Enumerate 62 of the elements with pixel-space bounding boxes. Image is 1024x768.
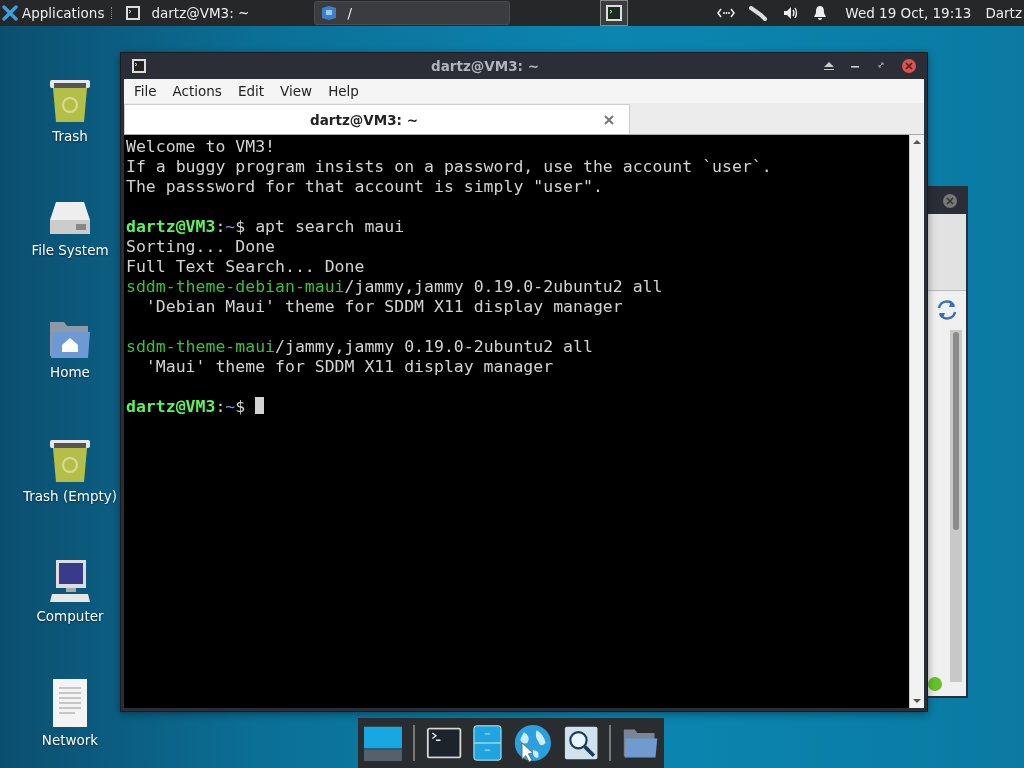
trash-can-icon[interactable]	[48, 438, 92, 484]
desktop-icon-label[interactable]: Network	[41, 732, 99, 748]
close-icon[interactable]	[603, 113, 615, 126]
scroll-up-icon[interactable]	[912, 139, 922, 145]
terminal-icon	[605, 4, 624, 22]
trash-can-icon[interactable]	[48, 78, 92, 124]
terminal-tab[interactable]: dartz@VM3: ~	[124, 104, 630, 134]
terminal-text: $ apt search maui	[235, 217, 405, 236]
terminal-icon	[131, 58, 147, 74]
scrollbar-thumb[interactable]	[953, 332, 959, 530]
desktop-icon-label[interactable]: Computer	[36, 608, 104, 624]
maximize-icon[interactable]	[875, 61, 887, 71]
clock[interactable]: Wed 19 Oct, 19:13	[845, 5, 972, 21]
volume-icon[interactable]	[783, 6, 800, 20]
user-name[interactable]: Dartz	[985, 5, 1022, 21]
desktop-icon-label[interactable]: File System	[31, 242, 109, 258]
refresh-icon[interactable]	[936, 299, 958, 321]
bell-icon[interactable]	[813, 5, 828, 21]
network-icon[interactable]	[717, 7, 736, 19]
prompt-user: dartz@VM3	[126, 397, 216, 416]
file-cabinet-icon[interactable]	[472, 723, 502, 763]
terminal-text: /jammy,jammy 0.19.0-2ubuntu2 all	[344, 277, 663, 296]
desktop-icon-label[interactable]: Trash	[52, 128, 88, 144]
menu-item[interactable]: View	[280, 83, 313, 99]
terminal-text: /jammy,jammy 0.19.0-2ubuntu2 all	[275, 337, 593, 356]
computer-icon[interactable]	[48, 558, 92, 604]
terminal-text: The passsword for that account is simply "user".	[126, 177, 603, 196]
search-icon[interactable]	[563, 724, 599, 762]
terminal-text: ~	[225, 397, 236, 416]
folder-icon[interactable]	[621, 726, 658, 760]
terminal-text: :	[215, 397, 226, 416]
file-manager-icon	[321, 5, 338, 21]
status-dot-icon	[927, 676, 943, 692]
terminal-text: :	[215, 217, 226, 236]
terminal-text: Full Text Search... Done	[126, 257, 365, 276]
terminal-text: ~	[225, 217, 236, 236]
menu-item[interactable]: Help	[328, 83, 359, 99]
terminal-text: $	[235, 397, 247, 416]
workspace-switcher[interactable]	[600, 0, 629, 26]
shade-icon[interactable]	[823, 61, 835, 71]
terminal-text: Sorting... Done	[126, 237, 275, 256]
menu-item[interactable]: File	[134, 83, 157, 99]
taskbar-button[interactable]: dartz@VM3: ~	[118, 1, 315, 25]
xfce-mouse-icon	[2, 5, 18, 21]
desktop-icon-label[interactable]: Home	[50, 364, 90, 380]
package-name: sddm-theme-maui	[126, 337, 275, 356]
taskbar-button[interactable]: /	[314, 1, 511, 25]
desktop-icon-label[interactable]: Trash (Empty)	[22, 488, 117, 504]
terminal-text: 'Maui' theme for SDDM X11 display manager	[144, 357, 554, 376]
terminal-text: 'Debian Maui' theme for SDDM X11 display manager	[144, 297, 623, 316]
applications-menu[interactable]: Applications	[0, 0, 109, 26]
package-name: sddm-theme-debian-maui	[126, 277, 345, 296]
close-icon[interactable]	[901, 58, 917, 74]
document-icon[interactable]	[50, 678, 90, 728]
window-title: dartz@VM3: ~	[430, 58, 540, 74]
terminal-text: If a buggy program insists on a password, use the account `user`.	[126, 157, 772, 176]
close-icon[interactable]	[942, 193, 958, 209]
menu-item[interactable]: Edit	[237, 83, 265, 99]
terminal-text: Welcome to VM3!	[126, 137, 275, 156]
prompt-user: dartz@VM3	[126, 217, 216, 236]
terminal-icon	[125, 5, 142, 21]
menu-item[interactable]: Actions	[172, 83, 222, 99]
